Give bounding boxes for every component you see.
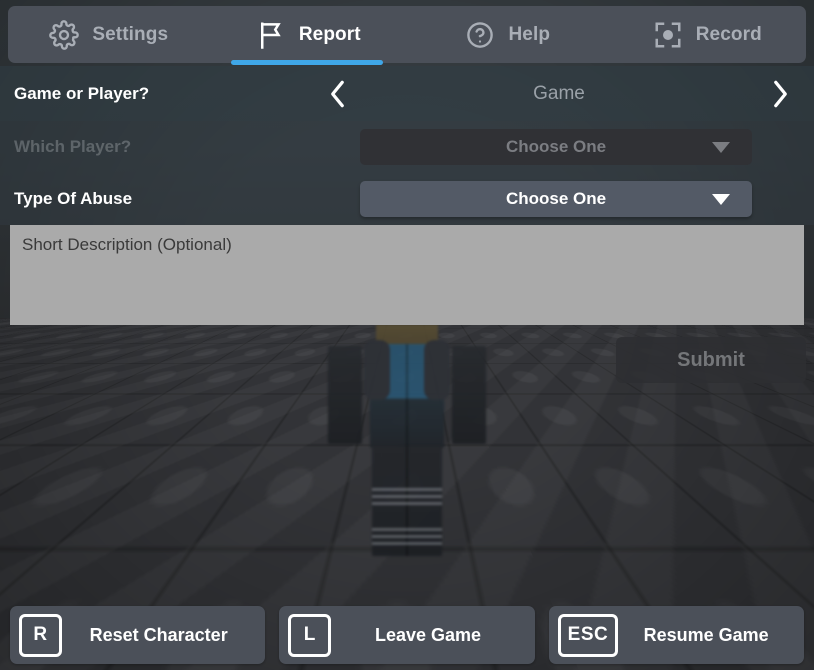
gear-icon bbox=[47, 18, 81, 52]
key-badge: R bbox=[19, 613, 62, 657]
type-of-abuse-dropdown[interactable]: Choose One bbox=[360, 181, 752, 217]
button-label: Reset Character bbox=[89, 624, 228, 645]
submit-button[interactable]: Submit bbox=[616, 337, 806, 383]
tab-label: Help bbox=[508, 23, 551, 45]
chevron-right-icon[interactable] bbox=[760, 74, 800, 114]
description-input[interactable] bbox=[10, 225, 804, 325]
tab-label: Record bbox=[695, 23, 762, 45]
resume-game-button[interactable]: ESC Resume Game bbox=[548, 606, 804, 664]
game-pause-menu: Settings Report Help Record Game or Play… bbox=[0, 0, 814, 670]
submit-row: Submit bbox=[0, 329, 814, 391]
key-badge: ESC bbox=[557, 613, 619, 657]
tab-active-underline bbox=[231, 60, 384, 65]
row-game-or-player: Game or Player? Game bbox=[0, 66, 814, 121]
key-badge: L bbox=[288, 613, 332, 657]
target-selector: Game bbox=[318, 66, 800, 121]
report-form: Game or Player? Game Which Player? Choos… bbox=[0, 66, 814, 391]
chevron-left-icon[interactable] bbox=[318, 74, 358, 114]
tab-report[interactable]: Report bbox=[208, 6, 408, 65]
tab-settings[interactable]: Settings bbox=[8, 6, 208, 63]
button-label: Resume Game bbox=[643, 624, 769, 645]
row-type-of-abuse: Type Of Abuse Choose One bbox=[0, 173, 814, 225]
tab-label: Report bbox=[298, 23, 361, 45]
flag-icon bbox=[254, 18, 288, 52]
tab-label: Settings bbox=[92, 23, 169, 45]
record-icon bbox=[651, 18, 685, 52]
chevron-down-icon bbox=[712, 141, 730, 153]
leave-game-button[interactable]: L Leave Game bbox=[279, 606, 535, 664]
row-which-player: Which Player? Choose One bbox=[0, 121, 814, 173]
question-circle-icon bbox=[463, 18, 497, 52]
tab-record[interactable]: Record bbox=[607, 6, 807, 63]
chevron-down-icon bbox=[712, 193, 730, 205]
tab-help[interactable]: Help bbox=[407, 6, 607, 63]
description-wrapper bbox=[0, 225, 814, 329]
which-player-dropdown: Choose One bbox=[360, 129, 752, 165]
row-label: Which Player? bbox=[14, 137, 132, 156]
bottom-action-bar: R Reset Character L Leave Game ESC Resum… bbox=[0, 600, 814, 670]
reset-character-button[interactable]: R Reset Character bbox=[10, 606, 266, 664]
dropdown-value: Choose One bbox=[505, 189, 607, 208]
button-label: Leave Game bbox=[374, 624, 482, 645]
dropdown-value: Choose One bbox=[505, 137, 607, 156]
menu-tab-bar: Settings Report Help Record bbox=[8, 6, 807, 65]
target-value: Game bbox=[533, 82, 585, 104]
row-label: Game or Player? bbox=[14, 83, 150, 103]
row-label: Type Of Abuse bbox=[14, 189, 133, 208]
